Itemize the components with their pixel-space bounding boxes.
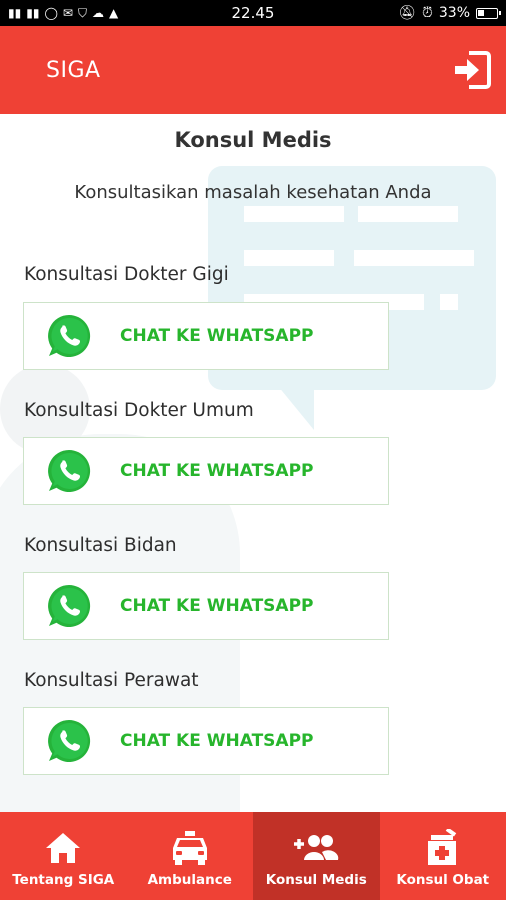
- consult-label-bidan: Konsultasi Bidan: [24, 535, 177, 556]
- page-subtitle: Konsultasikan masalah kesehatan Anda: [74, 182, 432, 203]
- main-content: Konsul Medis Konsultasikan masalah keseh…: [0, 114, 506, 812]
- whatsapp-button-label: CHAT KE WHATSAPP: [120, 461, 314, 481]
- consult-label-perawat: Konsultasi Perawat: [24, 670, 199, 691]
- consult-label-dokter-umum: Konsultasi Dokter Umum: [24, 400, 254, 421]
- whatsapp-icon: [48, 449, 91, 492]
- cloud-icon: ☁: [91, 6, 104, 20]
- ambulance-icon: [172, 831, 207, 865]
- whatsapp-button-dokter-umum[interactable]: CHAT KE WHATSAPP: [23, 437, 389, 505]
- signal-icon-2: ▮▮: [26, 6, 40, 20]
- nav-item-konsul-obat[interactable]: Konsul Obat: [380, 812, 506, 900]
- whatsapp-icon: [48, 584, 91, 627]
- app-bar: SIGA: [0, 26, 506, 114]
- alarm-icon: ⏰︎: [421, 5, 433, 21]
- whatsapp-icon: [48, 314, 91, 357]
- bottom-navigation: Tentang SIGA Ambulance Konsul Medis Kons…: [0, 812, 506, 900]
- nav-label: Ambulance: [147, 872, 232, 888]
- logout-icon: [455, 51, 491, 89]
- nav-item-konsul-medis[interactable]: Konsul Medis: [253, 812, 380, 900]
- signal-icon: ▮▮: [8, 6, 22, 20]
- status-bar: ▮▮ ▮▮ ◯ ✉ ⛉ ☁ ▲ 22.45 🔕︎ ⏰︎ 33%: [0, 0, 506, 26]
- whatsapp-notification-icon: ◯: [44, 6, 58, 20]
- home-icon: [46, 833, 81, 863]
- background-chat-tail: [278, 386, 314, 430]
- whatsapp-button-dokter-gigi[interactable]: CHAT KE WHATSAPP: [23, 302, 389, 370]
- nav-label: Konsul Obat: [396, 872, 490, 888]
- notification-icons: ▮▮ ▮▮ ◯ ✉ ⛉ ☁ ▲: [8, 6, 118, 21]
- medicine-icon: [427, 829, 456, 865]
- whatsapp-icon: [48, 719, 91, 762]
- mail-icon: ✉: [62, 6, 73, 20]
- nav-label: Tentang SIGA: [12, 872, 115, 888]
- whatsapp-button-label: CHAT KE WHATSAPP: [120, 326, 314, 346]
- nav-item-tentang-siga[interactable]: Tentang SIGA: [0, 812, 127, 900]
- warning-icon: ▲: [108, 6, 119, 20]
- whatsapp-button-label: CHAT KE WHATSAPP: [120, 731, 314, 751]
- system-icons: 🔕︎ ⏰︎ 33%: [398, 5, 501, 21]
- nav-label: Konsul Medis: [265, 872, 367, 888]
- whatsapp-button-label: CHAT KE WHATSAPP: [120, 596, 314, 616]
- consult-label-dokter-gigi: Konsultasi Dokter Gigi: [24, 264, 229, 285]
- logout-button[interactable]: [452, 48, 492, 92]
- battery-icon: [476, 7, 501, 19]
- nav-item-ambulance[interactable]: Ambulance: [127, 812, 254, 900]
- whatsapp-button-perawat[interactable]: CHAT KE WHATSAPP: [23, 707, 389, 775]
- mute-icon: 🔕︎: [398, 5, 416, 21]
- app-title: SIGA: [46, 57, 101, 83]
- page-title: Konsul Medis: [174, 128, 332, 152]
- add-user-icon: [294, 835, 339, 860]
- whatsapp-button-bidan[interactable]: CHAT KE WHATSAPP: [23, 572, 389, 640]
- shield-icon: ⛉: [77, 5, 87, 20]
- battery-percent: 33%: [438, 5, 470, 21]
